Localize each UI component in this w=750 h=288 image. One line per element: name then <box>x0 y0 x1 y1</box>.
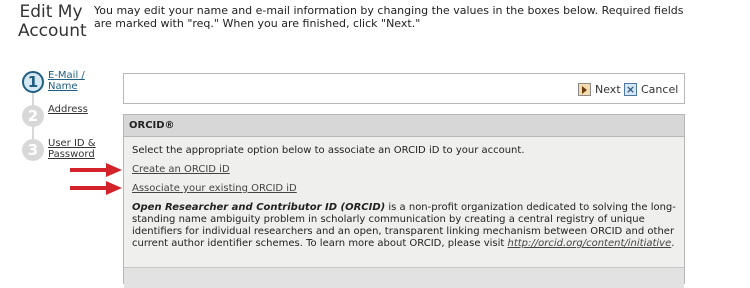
create-orcid-link[interactable]: Create an ORCID iD <box>132 164 230 176</box>
step-number: 3 <box>22 139 44 161</box>
associate-orcid-link[interactable]: Associate your existing ORCID iD <box>132 183 297 195</box>
step-label[interactable]: User ID & Password <box>48 138 108 160</box>
orcid-description: Open Researcher and Contributor ID (ORCI… <box>132 202 676 250</box>
cancel-button-label: Cancel <box>641 83 679 96</box>
cancel-x-icon: × <box>624 83 637 96</box>
next-button[interactable]: Next <box>578 82 621 97</box>
orcid-panel-header: ORCID® <box>124 115 684 137</box>
cancel-button[interactable]: × Cancel <box>624 82 678 97</box>
next-button-label: Next <box>595 83 621 96</box>
step-number: 2 <box>22 105 44 127</box>
step-number: 1 <box>22 71 44 93</box>
page-title: Edit My Account <box>18 2 87 41</box>
intro-text: You may edit your name and e-mail inform… <box>94 4 684 30</box>
orcid-panel: ORCID® Select the appropriate option bel… <box>123 114 685 288</box>
orcid-description-bold: Open Researcher and Contributor ID (ORCI… <box>132 202 386 213</box>
step-label[interactable]: Address <box>48 104 108 115</box>
next-arrow-icon <box>578 83 591 96</box>
orcid-initiative-link[interactable]: http://orcid.org/content/initiative <box>507 238 671 249</box>
annotation-arrow-icon <box>70 181 122 195</box>
step-connector <box>32 126 34 140</box>
step-label[interactable]: E-Mail / Name <box>48 70 108 92</box>
orcid-description-end: . <box>671 238 675 249</box>
annotation-arrow-icon <box>70 163 122 177</box>
action-toolbar: Next × Cancel <box>123 73 685 104</box>
orcid-instruction: Select the appropriate option below to a… <box>132 145 525 156</box>
